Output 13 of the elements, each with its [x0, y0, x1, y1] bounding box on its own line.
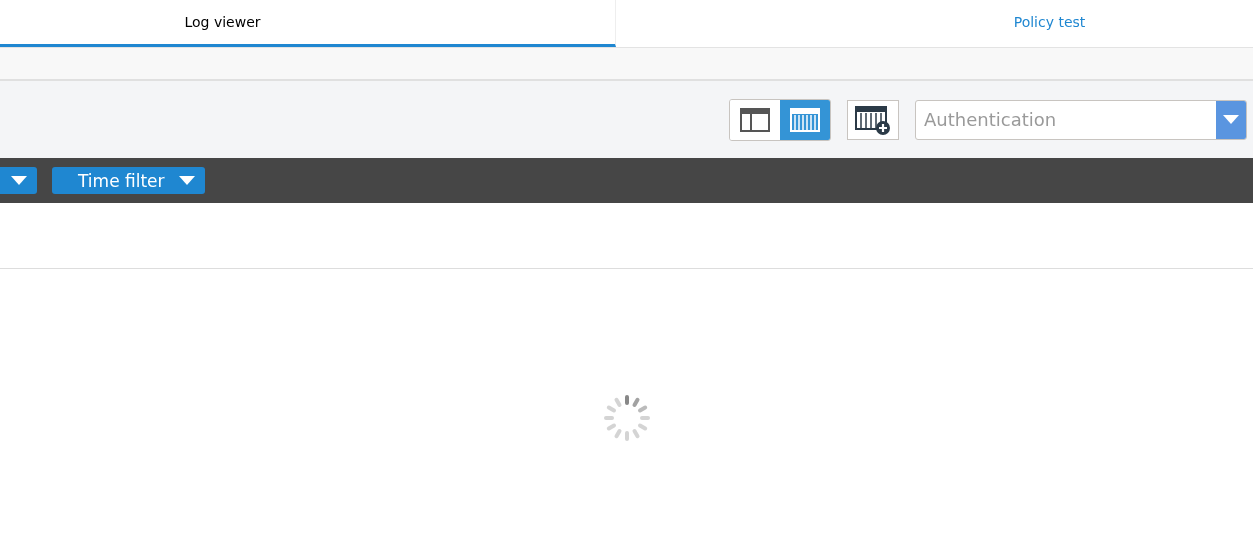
view-toggle-button[interactable] — [780, 99, 830, 140]
view-toggle-button[interactable] — [730, 99, 780, 140]
tab[interactable]: Log viewer — [0, 0, 616, 47]
caret-icon — [1223, 115, 1239, 124]
filter-dropdown-button[interactable] — [0, 167, 37, 194]
caret-icon — [178, 176, 195, 185]
add-column-icon — [855, 104, 891, 135]
filter-dropdown-button[interactable]: Time filter — [52, 167, 205, 194]
caret-icon — [11, 176, 27, 185]
layout-icon — [740, 107, 770, 132]
columns-icon — [790, 107, 820, 132]
add-column-button[interactable] — [847, 99, 899, 140]
log-type-dropdown[interactable]: Authentication — [915, 99, 1247, 140]
